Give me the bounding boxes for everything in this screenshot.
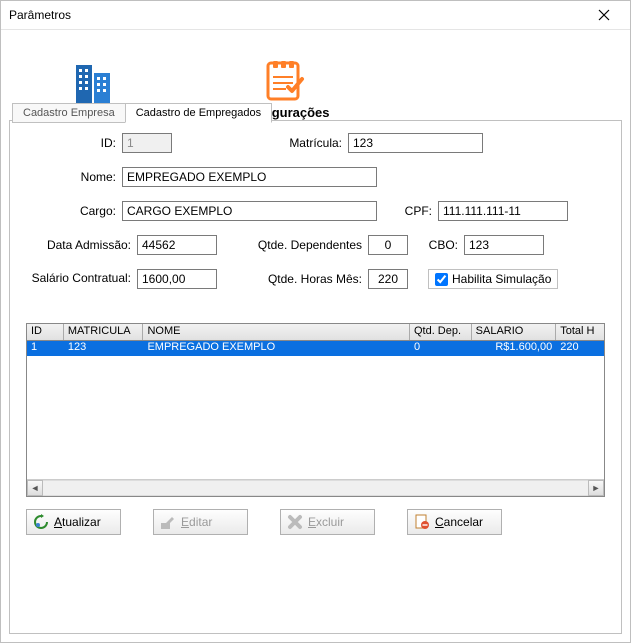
scroll-left-button[interactable]: ◄	[27, 480, 43, 496]
label-nome: Nome:	[26, 170, 122, 184]
form-area: ID: Matrícula: Nome: Cargo: CPF: Data	[10, 121, 621, 295]
close-icon	[598, 9, 610, 21]
cell-nome: EMPREGADO EXEMPLO	[143, 341, 410, 356]
edit-icon	[160, 514, 176, 530]
cell-salario: R$1.600,00	[472, 341, 557, 356]
input-cargo[interactable]	[122, 201, 377, 221]
input-cpf[interactable]	[438, 201, 568, 221]
label-cargo: Cargo:	[26, 204, 122, 218]
window-title: Parâmetros	[9, 8, 71, 22]
label-admissao: Data Admissão:	[26, 238, 137, 252]
checkbox-habilita-label: Habilita Simulação	[452, 272, 551, 286]
label-cbo: CBO:	[408, 238, 464, 252]
cancelar-text: ancelar	[444, 515, 483, 529]
action-bar: Atualizar Editar Excluir Cancelar	[10, 497, 621, 535]
atualizar-text: tualizar	[62, 515, 101, 529]
cell-matricula: 123	[64, 341, 144, 356]
col-matricula[interactable]: MATRICULA	[64, 324, 144, 340]
input-horasmes[interactable]	[368, 269, 408, 289]
cancelar-key: C	[435, 515, 444, 529]
content-area: Cadastros Configurações	[1, 30, 630, 642]
delete-icon	[287, 514, 303, 530]
close-button[interactable]	[586, 3, 622, 27]
titlebar: Parâmetros	[1, 1, 630, 30]
excluir-text: xcluir	[316, 515, 344, 529]
tab-cadastro-empresa[interactable]: Cadastro Empresa	[12, 103, 126, 123]
cell-qtddep: 0	[410, 341, 472, 356]
cell-id: 1	[27, 341, 64, 356]
col-nome[interactable]: NOME	[143, 324, 410, 340]
col-id[interactable]: ID	[27, 324, 64, 340]
excluir-key: E	[308, 515, 316, 529]
tab-cadastro-empregados[interactable]: Cadastro de Empregados	[125, 103, 272, 123]
grid-body: 1 123 EMPREGADO EXEMPLO 0 R$1.600,00 220	[27, 341, 604, 479]
cancelar-button[interactable]: Cancelar	[407, 509, 502, 535]
employees-grid[interactable]: ID MATRICULA NOME Qtd. Dep. SALARIO Tota…	[26, 323, 605, 497]
label-dependentes: Qtde. Dependentes	[217, 238, 368, 252]
label-horasmes: Qtde. Horas Mês:	[217, 272, 368, 286]
scroll-right-button[interactable]: ►	[588, 480, 604, 496]
buildings-icon	[70, 57, 118, 103]
parametros-window: Parâmetros	[0, 0, 631, 643]
refresh-icon	[33, 514, 49, 530]
cell-totalh: 220	[556, 341, 604, 356]
label-salario: Salário Contratual:	[26, 272, 137, 285]
col-salario[interactable]: SALARIO	[472, 324, 557, 340]
label-cpf: CPF:	[377, 204, 438, 218]
input-admissao[interactable]	[137, 235, 217, 255]
scroll-track[interactable]	[43, 480, 588, 496]
col-qtddep[interactable]: Qtd. Dep.	[410, 324, 472, 340]
input-dependentes[interactable]	[368, 235, 408, 255]
settings-sheet-icon	[262, 57, 306, 103]
grid-hscrollbar[interactable]: ◄ ►	[27, 479, 604, 496]
input-cbo[interactable]	[464, 235, 544, 255]
input-nome[interactable]	[122, 167, 377, 187]
col-totalh[interactable]: Total H	[556, 324, 604, 340]
input-salario[interactable]	[137, 269, 217, 289]
editar-key: E	[181, 515, 189, 529]
checkbox-habilita-simulacao[interactable]: Habilita Simulação	[428, 269, 558, 289]
grid-header: ID MATRICULA NOME Qtd. Dep. SALARIO Tota…	[27, 324, 604, 341]
atualizar-button[interactable]: Atualizar	[26, 509, 121, 535]
main-panel: Cadastro Empresa Cadastro de Empregados …	[9, 120, 622, 634]
cancel-icon	[414, 514, 430, 530]
checkbox-habilita-input[interactable]	[435, 273, 448, 286]
excluir-button[interactable]: Excluir	[280, 509, 375, 535]
editar-button[interactable]: Editar	[153, 509, 248, 535]
table-row[interactable]: 1 123 EMPREGADO EXEMPLO 0 R$1.600,00 220	[27, 341, 604, 356]
atualizar-key: A	[54, 515, 62, 529]
editar-text: ditar	[189, 515, 212, 529]
